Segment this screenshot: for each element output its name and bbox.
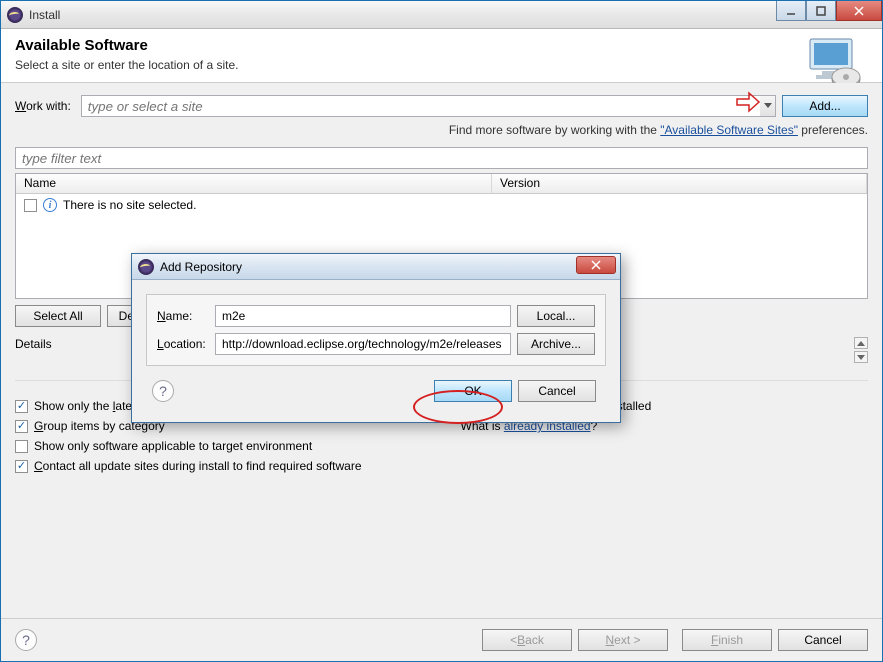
details-expand-up[interactable]	[854, 337, 868, 349]
wizard-banner: Available Software Select a site or ente…	[1, 29, 882, 83]
tree-header: Name Version	[16, 174, 867, 194]
name-input[interactable]	[215, 305, 511, 327]
details-label: Details	[15, 337, 52, 359]
archive-button[interactable]: Archive...	[517, 333, 595, 355]
col-name[interactable]: Name	[16, 174, 492, 193]
checkbox-contact[interactable]	[15, 460, 28, 473]
select-all-button[interactable]: Select All	[15, 305, 101, 327]
close-button[interactable]	[836, 1, 882, 21]
window-titlebar: Install	[1, 1, 882, 29]
filter-input[interactable]	[15, 147, 868, 169]
name-label: Name:	[157, 309, 215, 323]
cancel-button[interactable]: Cancel	[778, 629, 868, 651]
dialog-title: Add Repository	[160, 260, 242, 274]
tree-empty-row: i There is no site selected.	[24, 198, 859, 212]
dialog-cancel-button[interactable]: Cancel	[518, 380, 596, 402]
location-input[interactable]	[215, 333, 511, 355]
option-contact[interactable]: Contact all update sites during install …	[15, 459, 442, 473]
eclipse-icon	[7, 7, 23, 23]
option-applicable[interactable]: Show only software applicable to target …	[15, 439, 442, 453]
dialog-help-icon[interactable]: ?	[152, 380, 174, 402]
finish-button[interactable]: Finish	[682, 629, 772, 651]
add-button[interactable]: Add...	[782, 95, 868, 117]
checkbox-latest[interactable]	[15, 400, 28, 413]
eclipse-icon	[138, 259, 154, 275]
work-with-dropdown[interactable]	[760, 95, 776, 117]
help-icon[interactable]: ?	[15, 629, 37, 651]
minimize-button[interactable]	[776, 1, 806, 21]
add-repository-dialog: Add Repository Name: Local... Location: …	[131, 253, 621, 423]
maximize-button[interactable]	[806, 1, 836, 21]
tree-empty-text: There is no site selected.	[63, 198, 196, 212]
window-title: Install	[29, 8, 60, 22]
wizard-footer: ? < Back Next > Finish Cancel	[1, 618, 882, 661]
col-version[interactable]: Version	[492, 174, 867, 193]
local-button[interactable]: Local...	[517, 305, 595, 327]
software-sites-hint: Find more software by working with the "…	[15, 123, 868, 137]
work-with-label: Work with:	[15, 99, 71, 113]
location-label: Location:	[157, 337, 215, 351]
info-icon: i	[43, 198, 57, 212]
banner-heading: Available Software	[15, 37, 868, 54]
details-expand-down[interactable]	[854, 351, 868, 363]
dialog-close-button[interactable]	[576, 256, 616, 274]
checkbox-group[interactable]	[15, 420, 28, 433]
row-checkbox[interactable]	[24, 199, 37, 212]
annotation-arrow-icon	[735, 89, 761, 115]
next-button[interactable]: Next >	[578, 629, 668, 651]
back-button[interactable]: < Back	[482, 629, 572, 651]
checkbox-applicable[interactable]	[15, 440, 28, 453]
ok-button[interactable]: OK	[434, 380, 512, 402]
available-sites-link[interactable]: "Available Software Sites"	[660, 123, 798, 137]
work-with-input[interactable]	[81, 95, 761, 117]
dialog-titlebar: Add Repository	[132, 254, 620, 280]
banner-subtitle: Select a site or enter the location of a…	[15, 58, 868, 72]
